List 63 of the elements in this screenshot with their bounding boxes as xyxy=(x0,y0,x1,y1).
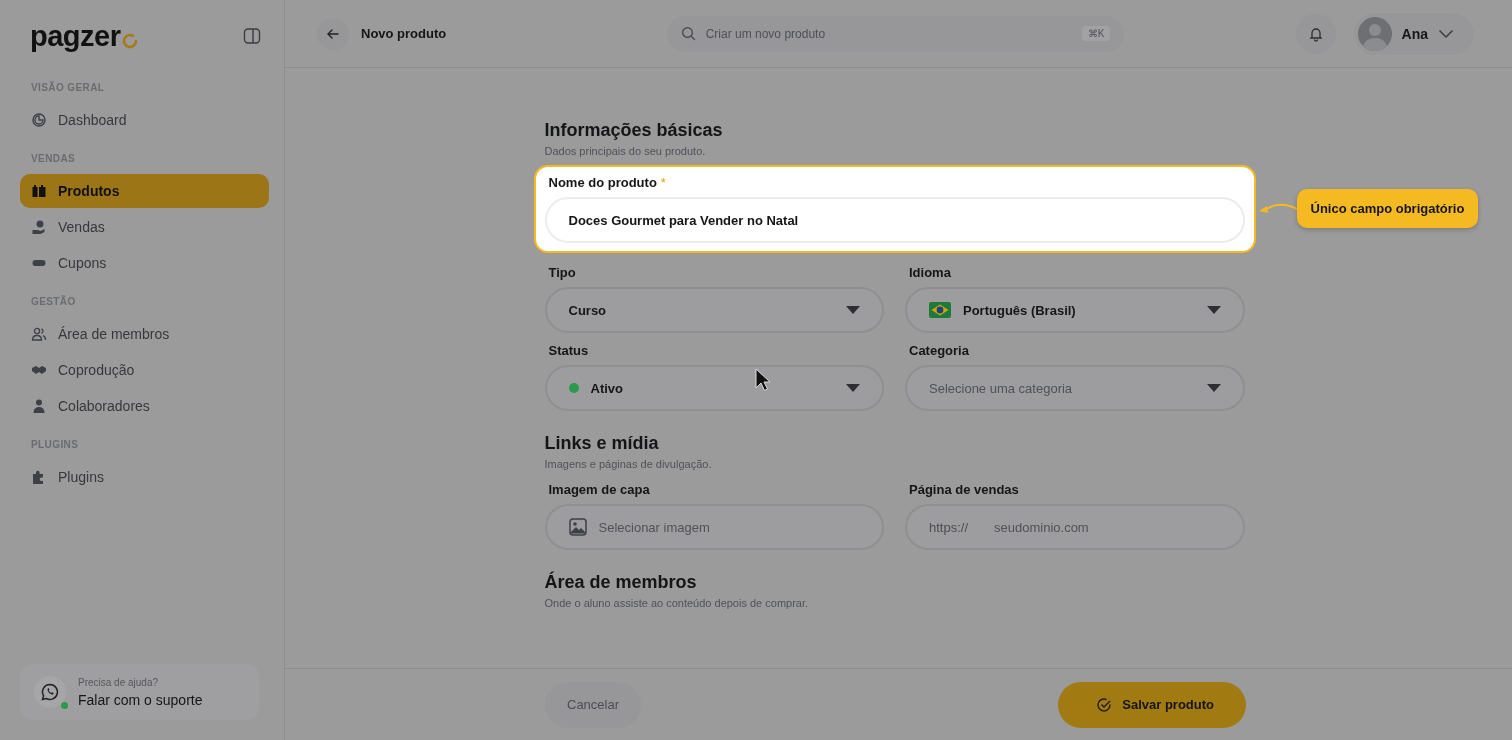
url-prefix: https:// xyxy=(929,519,969,535)
sidebar-toggle-icon[interactable] xyxy=(243,27,261,45)
support-card[interactable]: Precisa de ajuda? Falar com o suporte xyxy=(20,664,259,720)
product-name-field[interactable]: Doces Gourmet para Vender no Natal xyxy=(544,197,1245,243)
nav-item[interactable]: Vendas xyxy=(20,210,269,244)
bell-icon xyxy=(1307,25,1324,42)
nav-item[interactable]: Colaboradores xyxy=(20,389,269,423)
section-subtitle: Imagens e páginas de divulgação. xyxy=(544,458,713,470)
nav-item[interactable]: Dashboard xyxy=(20,103,269,137)
page-title: Novo produto xyxy=(361,26,447,41)
field-label: Idioma xyxy=(908,265,952,280)
back-button[interactable] xyxy=(317,17,349,50)
check-circle-icon xyxy=(1096,696,1113,713)
cancel-button[interactable]: Cancelar xyxy=(545,681,642,728)
people-icon xyxy=(31,326,47,342)
nav-item[interactable]: Plugins xyxy=(20,460,269,494)
chevron-down-icon xyxy=(1438,28,1454,39)
caret-icon xyxy=(846,306,860,314)
section-title: Links e mídia xyxy=(544,433,660,454)
field-label: Categoria xyxy=(908,343,970,358)
image-icon xyxy=(568,518,587,536)
required-mark: * xyxy=(660,175,666,190)
field-label: Nome do produto xyxy=(548,175,657,190)
section-title: Informações básicas xyxy=(544,120,724,141)
field-label: Imagem de capa xyxy=(547,482,651,497)
select-field[interactable]: Português (Brasil) xyxy=(905,287,1245,333)
avatar-icon xyxy=(1357,16,1392,51)
caret-icon xyxy=(1206,384,1221,392)
flag-icon xyxy=(929,302,951,318)
search-field[interactable]: Criar um novo produto ⌘K xyxy=(666,15,1125,52)
select-field[interactable]: Curso xyxy=(544,287,884,333)
section-subtitle: Dados principais do seu produto. xyxy=(544,145,707,157)
section-title: Área de membros xyxy=(544,572,698,593)
mouse-pointer-icon xyxy=(755,368,771,392)
nav-item[interactable]: Coprodução xyxy=(20,353,269,387)
url-placeholder: seudominio.com xyxy=(994,519,1090,535)
logo-text: pagzer xyxy=(30,21,121,51)
user-menu[interactable]: Ana xyxy=(1353,12,1474,55)
support-hint: Precisa de ajuda? xyxy=(78,676,160,688)
field-label: Página de vendas xyxy=(908,482,1020,497)
url-field[interactable]: https:// seudominio.com xyxy=(905,504,1245,550)
field-label: Tipo xyxy=(547,265,577,280)
nav-item[interactable]: Cupons xyxy=(20,246,269,280)
caret-icon xyxy=(846,384,860,392)
select-field[interactable]: Ativo xyxy=(544,365,884,411)
box-icon xyxy=(31,183,47,199)
field-label: Status xyxy=(547,343,590,358)
select-field[interactable]: Selecione uma categoria xyxy=(905,365,1245,411)
nav-item[interactable]: Produtos xyxy=(20,174,269,208)
hand-icon xyxy=(31,219,47,235)
nav-item[interactable]: Área de membros xyxy=(20,317,269,351)
support-label: Falar com o suporte xyxy=(78,691,203,708)
image-picker-field[interactable]: Selecionar imagem xyxy=(544,504,884,550)
caret-icon xyxy=(1206,306,1221,314)
section-subtitle: Onde o aluno assiste ao conteúdo depois de comprar. xyxy=(544,597,810,609)
person-icon xyxy=(31,398,47,414)
chat-bubble-icon xyxy=(40,682,60,702)
search-placeholder: Criar um novo produto xyxy=(705,26,827,41)
shortcut-hint: ⌘K xyxy=(1081,26,1111,41)
search-icon xyxy=(680,26,696,41)
save-button[interactable]: Salvar produto xyxy=(1058,681,1246,728)
logo-ring-icon xyxy=(121,31,140,50)
callout-tooltip: Único campo obrigatório xyxy=(1296,189,1479,228)
